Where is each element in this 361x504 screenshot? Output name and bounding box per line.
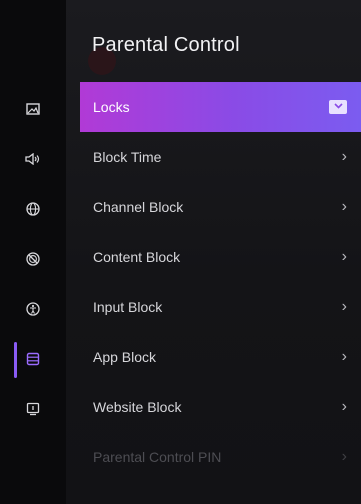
settings-panel: Parental Control Locks Block Time › Chan… — [66, 0, 361, 504]
checkbox-checked-icon[interactable] — [329, 100, 347, 114]
menu-item-label: Channel Block — [93, 199, 184, 215]
chevron-right-icon: › — [341, 148, 347, 165]
menu-item-input-block[interactable]: Input Block › — [80, 282, 361, 332]
sidebar-active-indicator — [14, 342, 17, 378]
menu-item-label: Content Block — [93, 249, 181, 265]
menu-item-label: App Block — [93, 349, 157, 365]
menu-item-label: Website Block — [93, 399, 182, 415]
accessibility-icon[interactable] — [23, 299, 43, 319]
chevron-right-icon: › — [341, 348, 347, 365]
menu-item-block-time[interactable]: Block Time › — [80, 132, 361, 182]
menu-item-content-block[interactable]: Content Block › — [80, 232, 361, 282]
list-icon[interactable] — [23, 349, 43, 369]
menu-item-locks[interactable]: Locks — [80, 82, 361, 132]
chevron-right-icon: › — [341, 398, 347, 415]
menu-item-label: Input Block — [93, 299, 163, 315]
menu-item-label: Locks — [93, 99, 130, 115]
menu-item-channel-block[interactable]: Channel Block › — [80, 182, 361, 232]
menu-item-parental-control-pin[interactable]: Parental Control PIN › — [80, 432, 361, 482]
tv-info-icon[interactable] — [23, 399, 43, 419]
menu-item-app-block[interactable]: App Block › — [80, 332, 361, 382]
chevron-right-icon: › — [341, 448, 347, 465]
no-entry-icon[interactable] — [23, 249, 43, 269]
globe-icon[interactable] — [23, 199, 43, 219]
parental-control-menu: Locks Block Time › Channel Block › Conte… — [80, 82, 361, 482]
chevron-right-icon: › — [341, 298, 347, 315]
sound-icon[interactable] — [23, 149, 43, 169]
menu-item-label: Parental Control PIN — [93, 449, 222, 465]
menu-item-label: Block Time — [93, 149, 162, 165]
page-title: Parental Control — [92, 34, 240, 56]
chevron-right-icon: › — [341, 248, 347, 265]
picture-icon[interactable] — [23, 99, 43, 119]
menu-item-website-block[interactable]: Website Block › — [80, 382, 361, 432]
chevron-right-icon: › — [341, 198, 347, 215]
settings-sidebar — [0, 0, 67, 504]
